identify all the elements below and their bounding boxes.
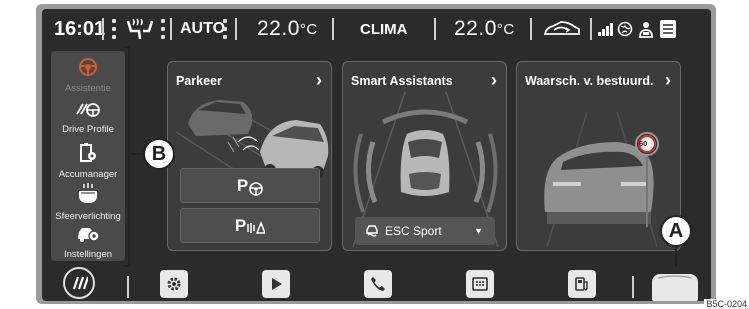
callout-a: A	[660, 215, 692, 247]
callout-b: B	[143, 138, 175, 170]
image-code: B5C-0204	[704, 299, 749, 309]
callout-lines	[124, 46, 677, 267]
